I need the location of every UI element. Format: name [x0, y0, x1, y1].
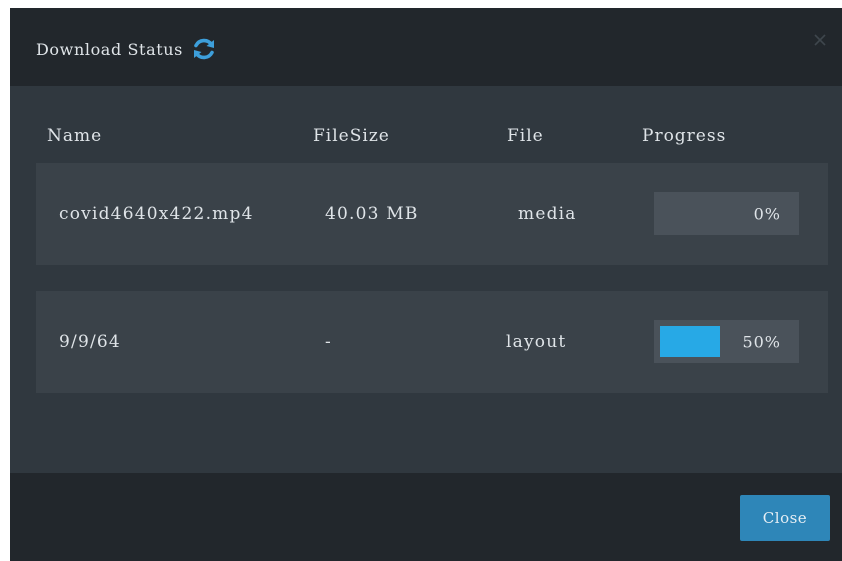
dialog-header: Download Status: [10, 8, 842, 86]
download-status-dialog: Download Status Name FileSize File Progr…: [10, 8, 842, 561]
progress-label: 50%: [742, 332, 781, 351]
dialog-title: Download Status: [36, 36, 217, 62]
close-x-icon[interactable]: [812, 32, 828, 48]
file-type: media: [518, 204, 577, 224]
progress-fill: [660, 326, 720, 357]
file-type: layout: [506, 332, 567, 352]
column-header-file: File: [507, 126, 544, 146]
file-name: 9/9/64: [59, 332, 121, 352]
progress-bar: 0%: [654, 192, 799, 235]
progress-bar: 50%: [654, 320, 799, 363]
dialog-title-text: Download Status: [36, 39, 183, 59]
dialog-body: Name FileSize File Progress covid4640x42…: [10, 86, 842, 473]
file-size: -: [325, 332, 332, 352]
column-header-progress: Progress: [642, 126, 727, 146]
column-header-filesize: FileSize: [313, 126, 390, 146]
refresh-icon[interactable]: [191, 36, 217, 62]
dialog-footer: Close: [10, 473, 842, 561]
file-name: covid4640x422.mp4: [59, 204, 254, 224]
close-button[interactable]: Close: [740, 495, 830, 541]
table-row: covid4640x422.mp4 40.03 MB media 0%: [36, 163, 828, 265]
column-header-name: Name: [47, 126, 103, 146]
file-size: 40.03 MB: [325, 204, 419, 224]
progress-label: 0%: [753, 204, 781, 223]
table-row: 9/9/64 - layout 50%: [36, 291, 828, 393]
